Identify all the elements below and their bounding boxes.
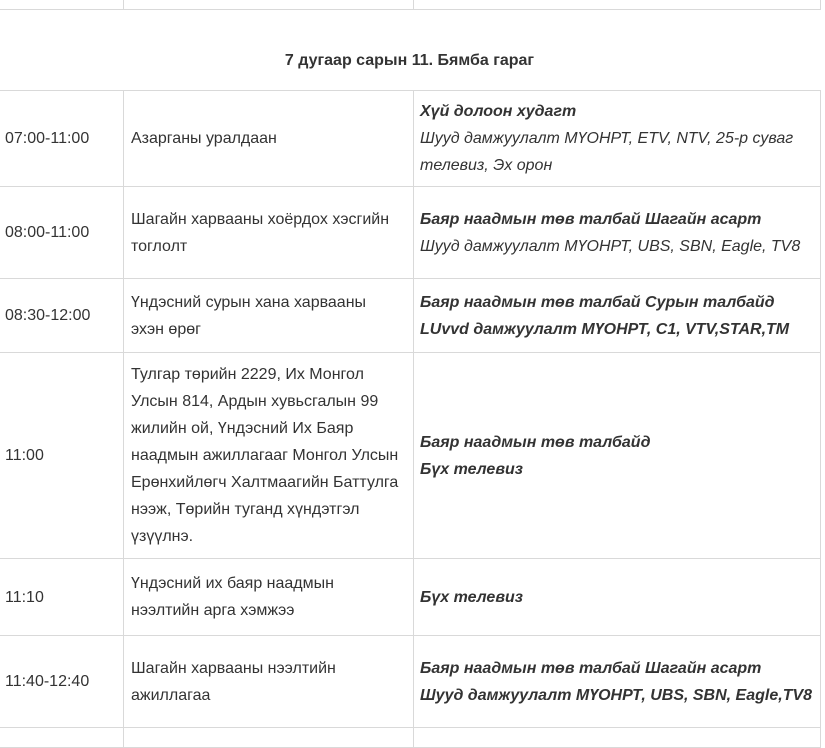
- event-cell: Шагайн харвааны нээлтийн ажиллагаа: [123, 635, 414, 728]
- info-location: Баяр наадмын төв талбай Сурын талбайд: [420, 293, 775, 311]
- time-cell: 08:30-12:00: [0, 278, 124, 353]
- table-row-next-fragment: [0, 727, 821, 748]
- info-cell: Бүх телевиз: [413, 558, 821, 636]
- info-cell: Баяр наадмын төв талбай Шагайн асарт Шуу…: [413, 186, 821, 279]
- table-row: 08:30-12:00 Үндэсний сурын хана харвааны…: [0, 278, 821, 353]
- time-cell: 11:40-12:40: [0, 635, 124, 728]
- info-location: Баяр наадмын төв талбай Шагайн асарт: [420, 659, 762, 677]
- table-row: 11:10 Үндэсний их баяр наадмын нээлтийн …: [0, 558, 821, 636]
- event-cell: Шагайн харвааны хоёрдох хэсгийн тоглолт: [123, 186, 414, 279]
- info-cell: Хүй долоон худагт Шууд дамжуулалт МҮОНРТ…: [413, 90, 821, 187]
- info-broadcast: Бүх телевиз: [420, 460, 523, 478]
- info-cell: Баяр наадмын төв талбай Сурын талбайд LU…: [413, 278, 821, 353]
- table-row: 07:00-11:00 Азарганы уралдаан Хүй долоон…: [0, 90, 821, 187]
- info-broadcast: Шууд дамжуулалт МҮОНРТ, UBS, SBN, Eagle,…: [420, 237, 801, 255]
- info-broadcast: Бүх телевиз: [420, 588, 523, 606]
- event-cell: Үндэсний их баяр наадмын нээлтийн арга х…: [123, 558, 414, 636]
- info-cell: Баяр наадмын төв талбайд Бүх телевиз: [413, 352, 821, 559]
- info-location: Хүй долоон худагт: [420, 103, 577, 120]
- date-heading-row: 7 дугаар сарын 11. Бямба гараг: [0, 9, 821, 91]
- info-location: Баяр наадмын төв талбай Шагайн асарт: [420, 210, 762, 228]
- event-cell: Тулгар төрийн 2229, Их Монгол Улсын 814,…: [123, 352, 414, 559]
- table-row: 11:40-12:40 Шагайн харвааны нээлтийн ажи…: [0, 635, 821, 728]
- table-row-top-fragment: [0, 0, 821, 10]
- event-cell: Азарганы уралдаан: [123, 90, 414, 187]
- schedule-table: 7 дугаар сарын 11. Бямба гараг 07:00-11:…: [0, 0, 821, 748]
- info-cell: Баяр наадмын төв талбай Шагайн асарт Шуу…: [413, 635, 821, 728]
- time-cell: 07:00-11:00: [0, 90, 124, 187]
- table-row: 11:00 Тулгар төрийн 2229, Их Монгол Улсы…: [0, 352, 821, 559]
- info-broadcast: Шууд дамжуулалт МҮОНРТ, ETV, NTV, 25-р с…: [420, 130, 794, 174]
- time-cell: 11:00: [0, 352, 124, 559]
- date-heading: 7 дугаар сарын 11. Бямба гараг: [284, 51, 535, 69]
- info-broadcast: LUvvd дамжуулалт МҮОНРТ, C1, VTV,STAR,TM: [420, 320, 790, 338]
- table-row: 08:00-11:00 Шагайн харвааны хоёрдох хэсг…: [0, 186, 821, 279]
- time-cell: 11:10: [0, 558, 124, 636]
- info-location: Баяр наадмын төв талбайд: [420, 433, 651, 451]
- info-broadcast: Шууд дамжуулалт МҮОНРТ, UBS, SBN, Eagle,…: [420, 686, 813, 704]
- time-cell: 08:00-11:00: [0, 186, 124, 279]
- event-cell: Үндэсний сурын хана харвааны эхэн өрөг: [123, 278, 414, 353]
